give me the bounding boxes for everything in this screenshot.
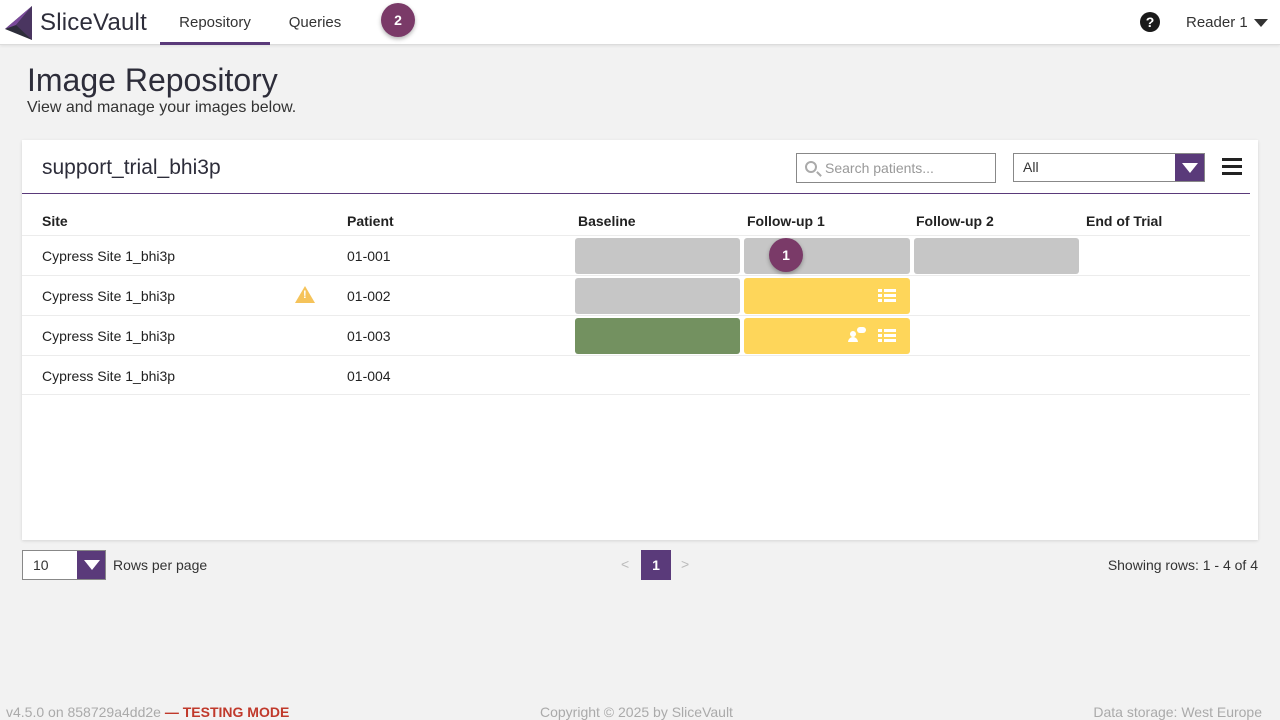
table-row: Cypress Site 1_bhi3p 01-001 1: [22, 235, 1250, 275]
user-comment-icon: [848, 327, 866, 343]
rows-per-page-label: Rows per page: [113, 557, 208, 573]
visit-followup-1-cell[interactable]: [744, 278, 910, 314]
queries-count-badge[interactable]: 2: [381, 3, 415, 37]
list-icon: [878, 289, 896, 303]
search-box[interactable]: [796, 153, 996, 183]
footer-version: v4.5.0 on 858729a4dd2e — TESTING MODE: [6, 704, 289, 720]
trial-title: support_trial_bhi3p: [42, 156, 221, 179]
visit-baseline-cell[interactable]: [575, 318, 740, 354]
repository-card: support_trial_bhi3p All Site Patient Bas…: [22, 140, 1258, 540]
caret-down-icon[interactable]: [1254, 19, 1268, 27]
patient-cell[interactable]: 01-002: [347, 288, 391, 304]
page-1-button[interactable]: 1: [641, 550, 671, 580]
next-page-button[interactable]: >: [681, 556, 689, 572]
page-title: Image Repository: [27, 62, 278, 98]
site-cell: Cypress Site 1_bhi3p: [42, 328, 176, 344]
previous-page-button[interactable]: <: [621, 556, 629, 572]
chevron-down-icon[interactable]: [1175, 154, 1204, 181]
patient-cell[interactable]: 01-001: [347, 248, 391, 264]
warning-triangle-icon[interactable]: [295, 286, 315, 303]
chevron-down-icon[interactable]: [77, 551, 105, 579]
followup-1-badge[interactable]: 1: [769, 238, 803, 272]
column-header-followup-1: Follow-up 1: [747, 213, 825, 229]
site-cell: Cypress Site 1_bhi3p: [42, 368, 176, 384]
search-input[interactable]: [825, 157, 990, 179]
footer-copyright: Copyright © 2025 by SliceVault: [540, 704, 733, 720]
page-subtitle: View and manage your images below.: [27, 99, 297, 116]
column-header-followup-2: Follow-up 2: [916, 213, 994, 229]
patient-cell[interactable]: 01-004: [347, 368, 391, 384]
search-icon: [805, 161, 817, 173]
footer-data-storage: Data storage: West Europe: [1093, 704, 1262, 720]
column-header-patient[interactable]: Patient: [347, 213, 394, 229]
visit-followup-1-cell[interactable]: [744, 318, 910, 354]
testing-mode-label: — TESTING MODE: [164, 704, 290, 720]
version-text: v4.5.0 on 858729a4dd2e: [6, 704, 161, 720]
slicevault-logo-icon: [5, 6, 32, 40]
tab-queries[interactable]: Queries: [280, 0, 350, 45]
visit-baseline-cell[interactable]: [575, 238, 740, 274]
table-row: Cypress Site 1_bhi3p 01-003: [22, 315, 1250, 355]
list-icon: [878, 329, 896, 343]
user-menu[interactable]: Reader 1: [1186, 0, 1248, 45]
column-header-site[interactable]: Site: [42, 213, 68, 229]
patient-cell[interactable]: 01-003: [347, 328, 391, 344]
status-filter-select[interactable]: All: [1013, 153, 1205, 182]
showing-rows-text: Showing rows: 1 - 4 of 4: [1107, 557, 1258, 573]
site-cell: Cypress Site 1_bhi3p: [42, 248, 176, 264]
card-divider: [22, 193, 1250, 194]
top-navbar: SliceVault Repository Queries 2 ? Reader…: [0, 0, 1280, 45]
visit-followup-2-cell[interactable]: [914, 238, 1079, 274]
rows-per-page-select[interactable]: 10: [22, 550, 106, 580]
hamburger-menu-icon[interactable]: [1222, 158, 1242, 176]
app-name: SliceVault: [40, 9, 147, 36]
table-row: Cypress Site 1_bhi3p 01-004: [22, 355, 1250, 395]
visit-baseline-cell[interactable]: [575, 278, 740, 314]
site-cell: Cypress Site 1_bhi3p: [42, 288, 176, 304]
rows-per-page-value: 10: [33, 557, 49, 573]
tab-repository[interactable]: Repository: [160, 0, 270, 45]
app-logo[interactable]: SliceVault: [4, 4, 147, 42]
column-header-end-of-trial: End of Trial: [1086, 213, 1163, 229]
question-circle-icon[interactable]: ?: [1140, 12, 1160, 32]
column-header-baseline: Baseline: [578, 213, 636, 229]
table-row: Cypress Site 1_bhi3p 01-002: [22, 275, 1250, 315]
filter-value: All: [1023, 159, 1039, 175]
